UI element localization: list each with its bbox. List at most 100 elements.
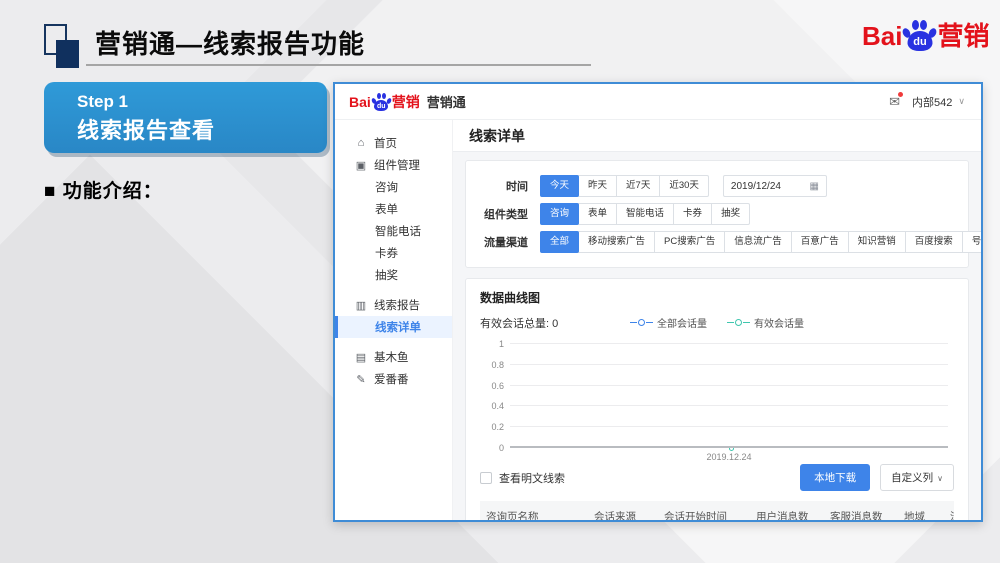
filter-option[interactable]: 近30天 <box>659 175 709 197</box>
filter-option[interactable]: 移动搜索广告 <box>578 231 656 253</box>
y-axis-tick: 0 <box>498 443 504 453</box>
filter-row: 组件类型 咨询 表单 智能电话 卡券 抽奖 <box>478 203 956 225</box>
chart-gridline <box>510 426 948 428</box>
sidebar-item-home[interactable]: ⌂ 首页 <box>335 132 452 154</box>
legend-item[interactable]: 有效会话量 <box>727 315 804 330</box>
notification-badge <box>898 91 904 97</box>
calendar-icon: ▦ <box>809 180 819 192</box>
home-icon: ⌂ <box>357 137 365 149</box>
filter-option[interactable]: 卡券 <box>673 203 713 225</box>
y-axis-tick: 0.6 <box>491 380 504 391</box>
chart-gridline <box>510 363 948 365</box>
filter-option[interactable]: 表单 <box>578 203 618 225</box>
app-logo: Bai du 营销 营销通 <box>349 92 466 112</box>
app-screenshot: Bai du 营销 营销通 ✉ 内部542 ∨ ⌂ 首页 ▣ 组件管理 咨询 表单 智能电话… <box>333 82 983 522</box>
slide: 营销通—线索报告功能 Bai du 营销 Step 1 线索报告查看 ■ 功能介… <box>0 0 1000 563</box>
filter-option[interactable]: 百度搜索 <box>904 231 963 253</box>
filter-option[interactable]: 今天 <box>540 175 580 197</box>
feature-intro: ■ 功能介绍： <box>44 176 339 217</box>
sidebar-item-lead-detail[interactable]: 线索详单 <box>335 316 452 338</box>
legend-label: 全部会话量 <box>657 319 707 330</box>
mail-icon[interactable]: ✉ <box>889 91 904 110</box>
chart-legend: 全部会话量 有效会话量 <box>630 315 804 330</box>
title-decoration-filled-square <box>56 40 79 68</box>
sidebar-item-label: 表单 <box>375 204 398 216</box>
sidebar-item-label: 抽奖 <box>375 270 398 282</box>
components-icon: ▣ <box>355 159 367 172</box>
sidebar-item-aifanfan[interactable]: ✎ 爱番番 <box>335 368 452 390</box>
plaintext-leads-checkbox[interactable]: 查看明文线索 <box>480 470 565 486</box>
content-area: 时间 今天 昨天 近7天 近30天 2019/12/24 ▦ 组件类型 咨询 表单 智能电话 卡券 抽奖… <box>453 152 981 520</box>
step-card: Step 1 线索报告查看 <box>44 82 327 153</box>
filter-options: 咨询 表单 智能电话 卡券 抽奖 <box>540 203 751 225</box>
filter-option[interactable]: 咨询 <box>540 203 580 225</box>
app-logo-suffix-text: 营销 <box>391 93 420 110</box>
filter-option[interactable]: 近7天 <box>616 175 661 197</box>
sidebar-item-label: 卡券 <box>375 248 398 260</box>
sidebar-item-jimuyu[interactable]: ▤ 基木鱼 <box>335 346 452 368</box>
checkbox-box[interactable] <box>480 471 492 484</box>
filter-option[interactable]: 昨天 <box>578 175 618 197</box>
date-value: 2019/12/24 <box>730 180 781 192</box>
filter-panel: 时间 今天 昨天 近7天 近30天 2019/12/24 ▦ 组件类型 咨询 表单 智能电话 卡券 抽奖… <box>465 160 981 268</box>
custom-columns-button[interactable]: 自定义列 ∨ <box>880 464 954 491</box>
brand-du-text: du <box>913 36 927 48</box>
sidebar-item-consult[interactable]: 咨询 <box>335 176 452 198</box>
title-underline <box>86 64 591 66</box>
user-account[interactable]: 内部542 <box>912 94 952 110</box>
legend-line-icon <box>743 322 750 323</box>
checkbox-label: 查看明文线索 <box>499 472 565 485</box>
sidebar-item-label: 线索报告 <box>374 300 420 312</box>
app-product-name: 营销通 <box>426 95 466 110</box>
filter-option[interactable]: 智能电话 <box>616 203 675 225</box>
legend-item[interactable]: 全部会话量 <box>630 315 707 330</box>
filter-option[interactable]: 全部 <box>540 231 580 253</box>
step-label: Step 1 <box>77 92 129 111</box>
sidebar-item-smart-phone[interactable]: 智能电话 <box>335 220 452 242</box>
local-download-button[interactable]: 本地下载 <box>800 464 871 491</box>
sidebar-item-label: 智能电话 <box>375 226 421 238</box>
legend-line-icon <box>630 322 637 323</box>
filter-option[interactable]: 号内流量 <box>961 231 981 253</box>
jimuyu-icon: ▤ <box>355 351 367 364</box>
table-column-header: 用户消息数 <box>756 511 809 520</box>
filter-row: 流量渠道全部移动搜索广告PC搜索广告信息流广告百意广告知识营销百度搜索号内流量商… <box>478 231 981 253</box>
app-header: Bai du 营销 营销通 ✉ 内部542 ∨ <box>335 84 981 120</box>
sidebar-item-label: 咨询 <box>375 182 398 194</box>
filter-options: 今天 昨天 近7天 近30天 <box>540 175 709 197</box>
app-logo-bai-text: Bai <box>349 93 371 110</box>
filter-option[interactable]: 百意广告 <box>790 231 849 253</box>
filter-option[interactable]: 抽奖 <box>711 203 751 225</box>
chart-title: 数据曲线图 <box>480 291 541 305</box>
app-body: ⌂ 首页 ▣ 组件管理 咨询 表单 智能电话 卡券 抽奖 ▥ 线索报告 线索详单 ▤ 基木鱼 ✎ 爱番番 线索… <box>335 120 981 520</box>
toolbar-buttons: 本地下载 自定义列 ∨ <box>800 464 954 491</box>
page-title: 线索详单 <box>453 120 981 152</box>
app-header-right: ✉ 内部542 ∨ <box>889 91 965 110</box>
aifanfan-icon: ✎ <box>356 373 366 386</box>
table-column-header: 客服消息数 <box>830 511 883 520</box>
sidebar-item-lead-report[interactable]: ▥ 线索报告 <box>335 294 452 316</box>
table-column-header: 会话开始时间 <box>664 511 727 520</box>
sidebar-item-label: 爱番番 <box>374 374 409 386</box>
filter-option[interactable]: 信息流广告 <box>724 231 792 253</box>
total-sessions-label: 有效会话总量: 0 <box>480 317 559 330</box>
sidebar-item-form[interactable]: 表单 <box>335 198 452 220</box>
sidebar-item-label: 线索详单 <box>375 322 421 334</box>
table-column-header: 流量渠道 <box>944 509 954 520</box>
filter-option[interactable]: PC搜索广告 <box>654 231 726 253</box>
date-picker[interactable]: 2019/12/24 ▦ <box>722 175 827 197</box>
line-chart: 2019.12.24 0 0.2 0.4 0.6 0.8 1 <box>491 339 948 462</box>
filter-options: 全部移动搜索广告PC搜索广告信息流广告百意广告知识营销百度搜索号内流量商业阿拉丁… <box>540 231 981 253</box>
filter-option[interactable]: 知识营销 <box>847 231 906 253</box>
chart-gridline <box>510 405 948 407</box>
sidebar-item-label: 基木鱼 <box>374 352 409 364</box>
sidebar-item-lottery[interactable]: 抽奖 <box>335 264 452 286</box>
table-column-header: 地域 <box>904 511 925 520</box>
sidebar-item-coupon[interactable]: 卡券 <box>335 242 452 264</box>
baidu-paw-icon: du <box>370 92 392 111</box>
sidebar-item-components[interactable]: ▣ 组件管理 <box>335 154 452 176</box>
filter-label: 时间 <box>506 181 528 193</box>
legend-line-icon <box>727 322 734 323</box>
legend-label: 有效会话量 <box>754 319 804 330</box>
legend-circle-icon <box>638 319 645 326</box>
